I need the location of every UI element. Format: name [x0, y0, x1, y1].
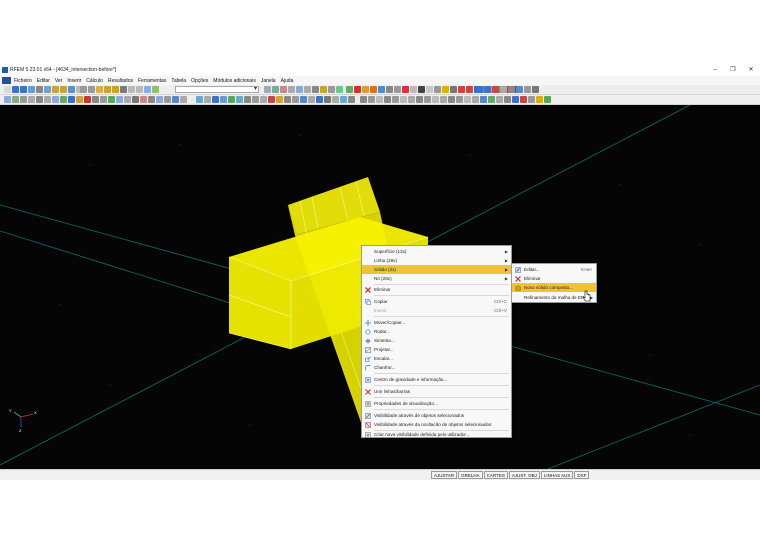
loadcase-dropdown[interactable]	[175, 85, 259, 93]
ctx-item-inserir: Inserir Ctrl+V	[374, 308, 507, 313]
ctx-item-superficie[interactable]: Superfície (13x) ▶	[362, 247, 511, 256]
ctx-item-centro-gravidade[interactable]: Centro de gravidade e informação...	[362, 375, 511, 384]
ctx-item-unir-linhas[interactable]: Unir linhas/barras	[362, 387, 511, 396]
minimize-button[interactable]: –	[706, 64, 724, 76]
toolbar-misc-group[interactable]	[480, 96, 551, 104]
ctx-item-rodar[interactable]: Rodar...	[362, 327, 511, 336]
maximize-button[interactable]: ❐	[724, 64, 742, 76]
menu-bar: Ficheiro Editar Ver Inserir Cálculo Resu…	[0, 76, 760, 85]
menu-opcoes[interactable]: Opções	[191, 78, 208, 84]
mirror-icon	[365, 338, 371, 344]
new-visibility-icon	[365, 432, 371, 438]
menu-tabela[interactable]: Tabela	[171, 78, 186, 84]
scale-icon	[365, 356, 371, 362]
submenu-arrow-icon: ▶	[504, 249, 508, 254]
menu-resultados[interactable]: Resultados	[108, 78, 133, 84]
join-icon	[365, 389, 371, 395]
close-button[interactable]: ✕	[742, 64, 760, 76]
project-icon	[365, 347, 371, 353]
ctx-item-escalar[interactable]: Escalar...	[362, 354, 511, 363]
axis-x-label: X	[34, 410, 37, 415]
menu-ver[interactable]: Ver	[55, 78, 63, 84]
sub-item-editar[interactable]: Editar... Enter	[512, 265, 596, 274]
sub-item-eliminar[interactable]: Eliminar	[512, 274, 596, 283]
ctx-item-propriedades-visualizacao[interactable]: Propriedades de visualização...	[362, 399, 511, 408]
toolbar-edit-group[interactable]	[80, 86, 159, 94]
hide-icon	[365, 422, 371, 428]
delete-icon	[365, 287, 371, 293]
dxf-toggle[interactable]: DXF	[574, 471, 590, 479]
separator	[374, 316, 509, 317]
ctx-item-visibilidade-ocultacao[interactable]: Visibilidade através da ocultacão de obj…	[362, 420, 511, 429]
toolbar-module-group[interactable]	[476, 86, 539, 94]
ctx-item-mover-copiar[interactable]: Mover/Copiar...	[362, 318, 511, 327]
menu-janela[interactable]: Janela	[261, 78, 276, 84]
menu-ajuda[interactable]: Ajuda	[281, 78, 294, 84]
status-bar: AJUSTAR GRELHA CARTES AJUST. OBJ LINHAS …	[0, 469, 760, 480]
centroid-icon	[365, 377, 371, 383]
axis-triad: X Y Z	[9, 408, 37, 433]
ctx-item-simetria[interactable]: Simetria...	[362, 336, 511, 345]
mouse-cursor-icon	[582, 290, 591, 302]
edit-icon	[515, 267, 521, 273]
toolbar-model-group[interactable]	[60, 96, 187, 104]
separator	[374, 385, 509, 386]
menu-ferramentas[interactable]: Ferramentas	[138, 78, 166, 84]
visibility-icon	[365, 413, 371, 419]
menu-calculo[interactable]: Cálculo	[86, 78, 103, 84]
new-solid-icon	[515, 285, 521, 291]
menu-modulos[interactable]: Módulos adicionais	[213, 78, 256, 84]
grid-toggle[interactable]: GRELHA	[458, 471, 483, 479]
ctx-item-eliminar[interactable]: Eliminar	[362, 285, 511, 294]
context-menu: Superfície (13x) ▶ Linha (28x) ▶ Sólido (2…	[361, 245, 512, 438]
display-properties-icon	[365, 401, 371, 407]
rfem-logo-icon	[2, 67, 8, 73]
separator	[374, 373, 509, 374]
main-toolbar	[0, 85, 760, 95]
title-bar: RFEM 5.23.01 x64 - [4634_intersection-be…	[0, 64, 760, 76]
object-snap-toggle[interactable]: AJUST. OBJ	[508, 471, 540, 479]
axis-z-label: Z	[19, 428, 22, 433]
separator	[374, 409, 509, 410]
toolbar-snap-group[interactable]	[360, 96, 495, 104]
ctx-item-no[interactable]: Nó (28x) ▶	[362, 274, 511, 283]
ctx-item-chanfrar[interactable]: Chanfrar...	[362, 363, 511, 372]
separator	[374, 295, 509, 296]
menu-inserir[interactable]: Inserir	[67, 78, 81, 84]
rotate-icon	[365, 329, 371, 335]
toolbar-select-group[interactable]	[4, 96, 59, 104]
submenu-arrow-icon: ▶	[504, 258, 508, 263]
ctx-item-linha[interactable]: Linha (28x) ▶	[362, 256, 511, 265]
submenu-arrow-icon: ▶	[504, 267, 508, 272]
submenu-arrow-icon: ▶	[504, 276, 508, 281]
toolbar-display-group[interactable]	[196, 96, 355, 104]
document-icon[interactable]	[2, 77, 11, 84]
ctx-item-solido[interactable]: Sólido (2x) ▶	[362, 265, 511, 274]
ctx-item-visibilidade-selecionados[interactable]: Visibilidade através de objetos selecion…	[362, 411, 511, 420]
ctx-item-copiar[interactable]: Copiar Ctrl+C	[362, 297, 511, 306]
snap-toggle[interactable]: AJUSTAR	[431, 471, 458, 479]
copy-icon	[365, 299, 371, 305]
menu-editar[interactable]: Editar	[37, 78, 50, 84]
axis-y-label: Y	[9, 408, 12, 413]
rfem-window: RFEM 5.23.01 x64 - [4634_intersection-be…	[0, 64, 760, 480]
guidelines-toggle[interactable]: LINHAS AUX	[540, 471, 574, 479]
ctx-item-nova-visibilidade[interactable]: Criar nova visibilidade definida pelo ut…	[362, 430, 511, 439]
ctx-item-projetar[interactable]: Projetar...	[362, 345, 511, 354]
delete-icon	[515, 276, 521, 282]
toolbar-view-group[interactable]	[264, 86, 343, 94]
cartesian-toggle[interactable]: CARTES	[483, 471, 508, 479]
chamfer-icon	[365, 365, 371, 371]
window-title: RFEM 5.23.01 x64 - [4634_intersection-be…	[10, 67, 117, 73]
menu-ficheiro[interactable]: Ficheiro	[14, 78, 32, 84]
move-icon	[365, 320, 371, 326]
toolbar-file-group[interactable]	[4, 86, 83, 94]
separator	[374, 397, 509, 398]
secondary-toolbar	[0, 95, 760, 105]
